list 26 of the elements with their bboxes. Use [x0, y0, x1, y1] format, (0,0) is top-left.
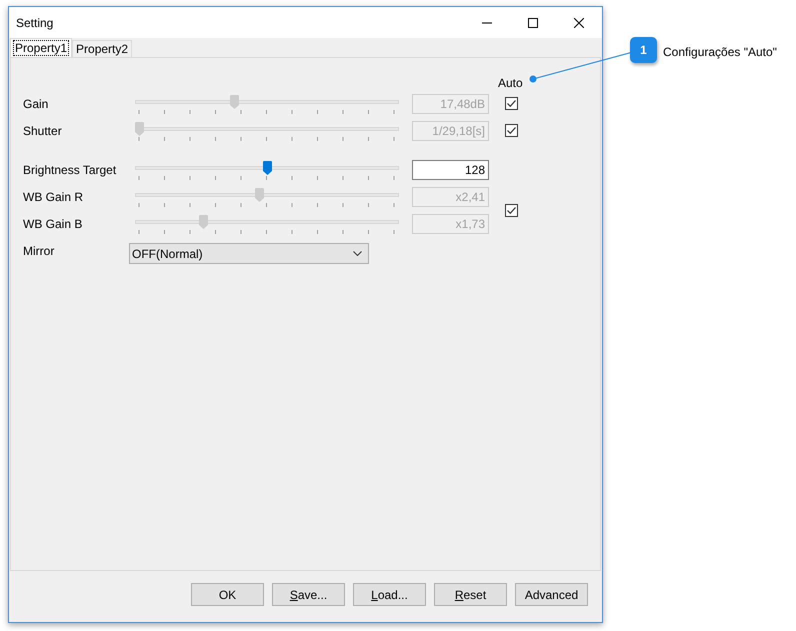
dialog-button[interactable]: Load...	[353, 583, 426, 606]
tab[interactable]: Property2	[72, 40, 132, 57]
callout-text: Configurações "Auto"	[663, 44, 777, 61]
chevron-down-icon	[353, 251, 362, 256]
field-label: Shutter	[23, 122, 63, 140]
dialog-button[interactable]: Save...	[272, 583, 345, 606]
slider-thumb[interactable]	[263, 160, 272, 174]
dialog-button[interactable]: Advanced	[515, 583, 588, 606]
callout-badge: 1	[630, 37, 657, 63]
tab[interactable]: Property1	[10, 38, 72, 57]
field-label: WB Gain R	[23, 188, 84, 206]
value-field[interactable]: 128	[412, 160, 489, 180]
maximize-icon	[528, 18, 538, 28]
checkbox[interactable]	[505, 124, 518, 137]
dialog-button[interactable]: OK	[191, 583, 264, 606]
auto-label: Auto	[498, 76, 523, 90]
close-icon	[574, 18, 584, 28]
field-label: WB Gain B	[23, 216, 84, 232]
mirror-dropdown[interactable]: OFF(Normal)	[129, 243, 369, 264]
window-title: Setting	[16, 14, 54, 32]
field-label: Mirror	[23, 242, 56, 260]
field-label: Gain	[23, 96, 50, 112]
checkbox[interactable]	[505, 97, 518, 110]
field-label: Brightness Target	[23, 162, 118, 178]
checkbox[interactable]	[505, 204, 518, 216]
dialog-button[interactable]: Reset	[434, 583, 507, 606]
